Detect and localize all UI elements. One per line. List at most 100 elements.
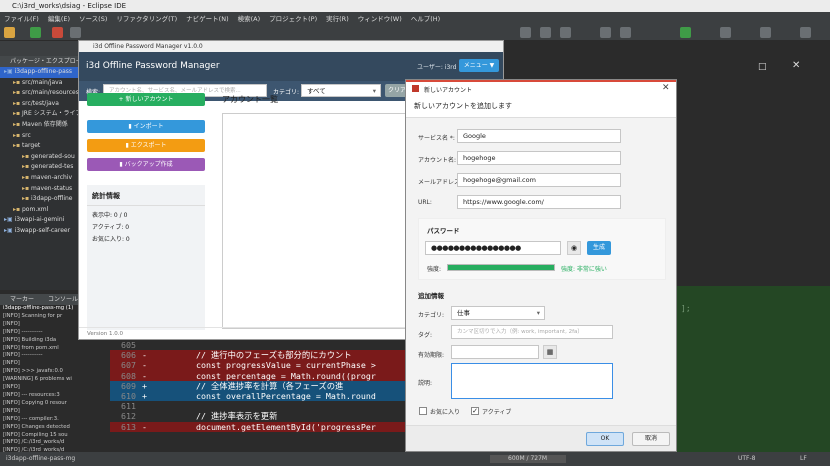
code-text: // 進行中のフェーズも部分的にカウント bbox=[196, 350, 352, 361]
console-line: [INFO] --- resources:3 bbox=[3, 391, 60, 398]
tree-item[interactable]: ▸▪ i3dapp-offline bbox=[0, 194, 80, 205]
cancel-button[interactable]: 取消 bbox=[632, 432, 670, 446]
run-icon[interactable] bbox=[680, 27, 691, 38]
tab-markers[interactable]: マーカー bbox=[10, 294, 34, 305]
menu-help[interactable]: ヘルプ(H) bbox=[411, 13, 440, 23]
tool-icon[interactable] bbox=[70, 27, 81, 38]
stop-icon[interactable] bbox=[52, 27, 63, 38]
perspective-icon[interactable] bbox=[760, 27, 771, 38]
close-icon[interactable]: ✕ bbox=[662, 83, 670, 93]
menu-window[interactable]: ウィンドウ(W) bbox=[358, 13, 402, 23]
menu-source[interactable]: ソース(S) bbox=[79, 13, 107, 23]
tree-item[interactable]: ▸▪ src bbox=[0, 131, 80, 142]
expiry-input[interactable] bbox=[451, 345, 539, 359]
strength-text: 強度: 非常に強い bbox=[561, 266, 607, 273]
menu-search[interactable]: 検索(A) bbox=[238, 13, 261, 23]
console-line: [INFO] >>> javafx:0.0 bbox=[3, 368, 63, 375]
tool-icon[interactable] bbox=[540, 27, 551, 38]
backup-button[interactable]: ▮ バックアップ作成 bbox=[87, 158, 205, 171]
menu-project[interactable]: プロジェクト(P) bbox=[269, 13, 317, 23]
app-header: i3d Offline Password Manager ユーザー: i3rd … bbox=[79, 52, 503, 81]
service-label: サービス名 *: bbox=[418, 135, 455, 142]
diff-marker: + bbox=[142, 380, 147, 391]
tree-item[interactable]: ▸▣ i3wapp-self-career bbox=[0, 226, 80, 237]
folder-icon: ▸▪ bbox=[13, 131, 22, 139]
stats-title: 統計情報 bbox=[87, 185, 205, 206]
code-text: const percentage = Math.round((progr bbox=[196, 370, 376, 381]
favorite-checkbox[interactable] bbox=[419, 407, 427, 415]
diff-marker bbox=[142, 340, 196, 350]
memory-indicator[interactable]: 600M / 727M bbox=[490, 455, 566, 463]
console-line: [INFO] bbox=[3, 360, 20, 367]
code-text: // 進捗率表示を更新 bbox=[196, 411, 278, 422]
tree-item-label: Maven 依存関係 bbox=[22, 120, 68, 128]
tags-input[interactable]: カンマ区切りで入力（例: work, important, 2fa） bbox=[451, 325, 613, 339]
tree-item[interactable]: ▸▪ generated-tes bbox=[0, 162, 80, 173]
calendar-icon[interactable]: ▦ bbox=[543, 345, 557, 359]
password-field[interactable]: ●●●●●●●●●●●●●●●● bbox=[425, 241, 561, 255]
tool-icon[interactable] bbox=[600, 27, 611, 38]
code-line: 612 // 進捗率表示を更新 bbox=[110, 411, 410, 421]
menu-file[interactable]: ファイル(F) bbox=[4, 13, 39, 23]
tree-item-label: JRE システム・ライブ bbox=[22, 110, 80, 118]
tree-item[interactable]: ▸▪ maven-status bbox=[0, 184, 80, 195]
notes-textarea[interactable] bbox=[451, 363, 613, 399]
tree-item[interactable]: ▸▪ pom.xml bbox=[0, 205, 80, 216]
tab-console[interactable]: コンソール bbox=[48, 294, 78, 305]
tool-icon[interactable] bbox=[520, 27, 531, 38]
eye-icon[interactable]: ◉ bbox=[567, 241, 581, 255]
tool-icon[interactable] bbox=[560, 27, 571, 38]
run-icon[interactable] bbox=[30, 27, 41, 38]
build-icon[interactable] bbox=[4, 27, 15, 38]
close-icon[interactable]: ✕ bbox=[792, 60, 800, 71]
menu-run[interactable]: 実行(R) bbox=[326, 13, 349, 23]
maximize-icon[interactable]: □ bbox=[758, 62, 767, 72]
email-input[interactable]: hogehoge@gmail.com bbox=[457, 173, 621, 187]
status-bar: i3dapp-offline-pass-mg 600M / 727M UTF-8… bbox=[0, 452, 830, 466]
ok-button[interactable]: OK bbox=[586, 432, 624, 446]
tree-item[interactable]: ▸▪ Maven 依存関係 bbox=[0, 120, 80, 131]
diff-marker bbox=[142, 401, 196, 411]
tree-item[interactable]: ▸▪ generated-sou bbox=[0, 152, 80, 163]
dialog-footer: OK 取消 bbox=[406, 425, 676, 451]
tree-item[interactable]: ▸▪ target bbox=[0, 141, 80, 152]
project-tree: ▸▣ i3dapp-offline-pass ▸▪ src/main/java ▸▪… bbox=[0, 67, 80, 237]
tree-item[interactable]: ▸▪ src/test/java bbox=[0, 99, 80, 110]
tree-item[interactable]: ▸▪ maven-archiv bbox=[0, 173, 80, 184]
tree-item-label: target bbox=[22, 142, 41, 150]
account-input[interactable]: hogehoge bbox=[457, 151, 621, 165]
category-select[interactable]: すべて ▾ bbox=[301, 84, 381, 97]
folder-icon: ▸▪ bbox=[13, 99, 22, 107]
tree-item-label: maven-status bbox=[31, 184, 73, 192]
perspective-icon[interactable] bbox=[720, 27, 731, 38]
console-line: [INFO] Copying 0 resour bbox=[3, 399, 67, 406]
tree-item[interactable]: ▸▣ i3wapi-ai-gemini bbox=[0, 215, 80, 226]
stats-panel: 統計情報 表示中: 0 / 0 アクティブ: 0 お気に入り: 0 bbox=[87, 185, 205, 330]
export-button[interactable]: ▮ エクスポート bbox=[87, 139, 205, 152]
menu-edit[interactable]: 編集(E) bbox=[48, 13, 70, 23]
tree-item-label: src/main/java bbox=[22, 78, 63, 86]
category-select[interactable]: 仕事 ▾ bbox=[451, 306, 545, 320]
tree-item[interactable]: ▸▪ JRE システム・ライブ bbox=[0, 109, 80, 120]
tree-item[interactable]: ▸▪ src/main/resources bbox=[0, 88, 80, 99]
tree-item[interactable]: ▸▪ src/main/java bbox=[0, 78, 80, 89]
active-checkbox[interactable]: ✓ bbox=[471, 407, 479, 415]
import-button[interactable]: ▮ インポート bbox=[87, 120, 205, 133]
code-editor[interactable]: 605 606-// 進行中のフェーズも部分的にカウント 607- const pro… bbox=[110, 340, 410, 444]
line-number: 608 bbox=[121, 370, 136, 381]
account-list[interactable] bbox=[222, 113, 406, 329]
service-input[interactable]: Google bbox=[457, 129, 621, 143]
menu-navigate[interactable]: ナビゲート(N) bbox=[186, 13, 228, 23]
tool-icon[interactable] bbox=[620, 27, 631, 38]
new-account-button[interactable]: + 新しいアカウント bbox=[87, 93, 205, 106]
email-label: メールアドレス: bbox=[418, 179, 463, 186]
url-input[interactable]: https://www.google.com/ bbox=[457, 195, 621, 209]
perspective-icon[interactable] bbox=[800, 27, 811, 38]
stats-active: アクティブ: 0 bbox=[92, 224, 130, 231]
strength-bar bbox=[447, 264, 555, 271]
menu-refactor[interactable]: リファクタリング(T) bbox=[116, 13, 177, 23]
tree-item[interactable]: ▸▣ i3dapp-offline-pass bbox=[0, 67, 80, 78]
right-editor-area: ]; bbox=[677, 56, 830, 452]
menu-button[interactable]: メニュー ▼ bbox=[459, 59, 499, 72]
generate-button[interactable]: 生成 bbox=[587, 241, 611, 255]
